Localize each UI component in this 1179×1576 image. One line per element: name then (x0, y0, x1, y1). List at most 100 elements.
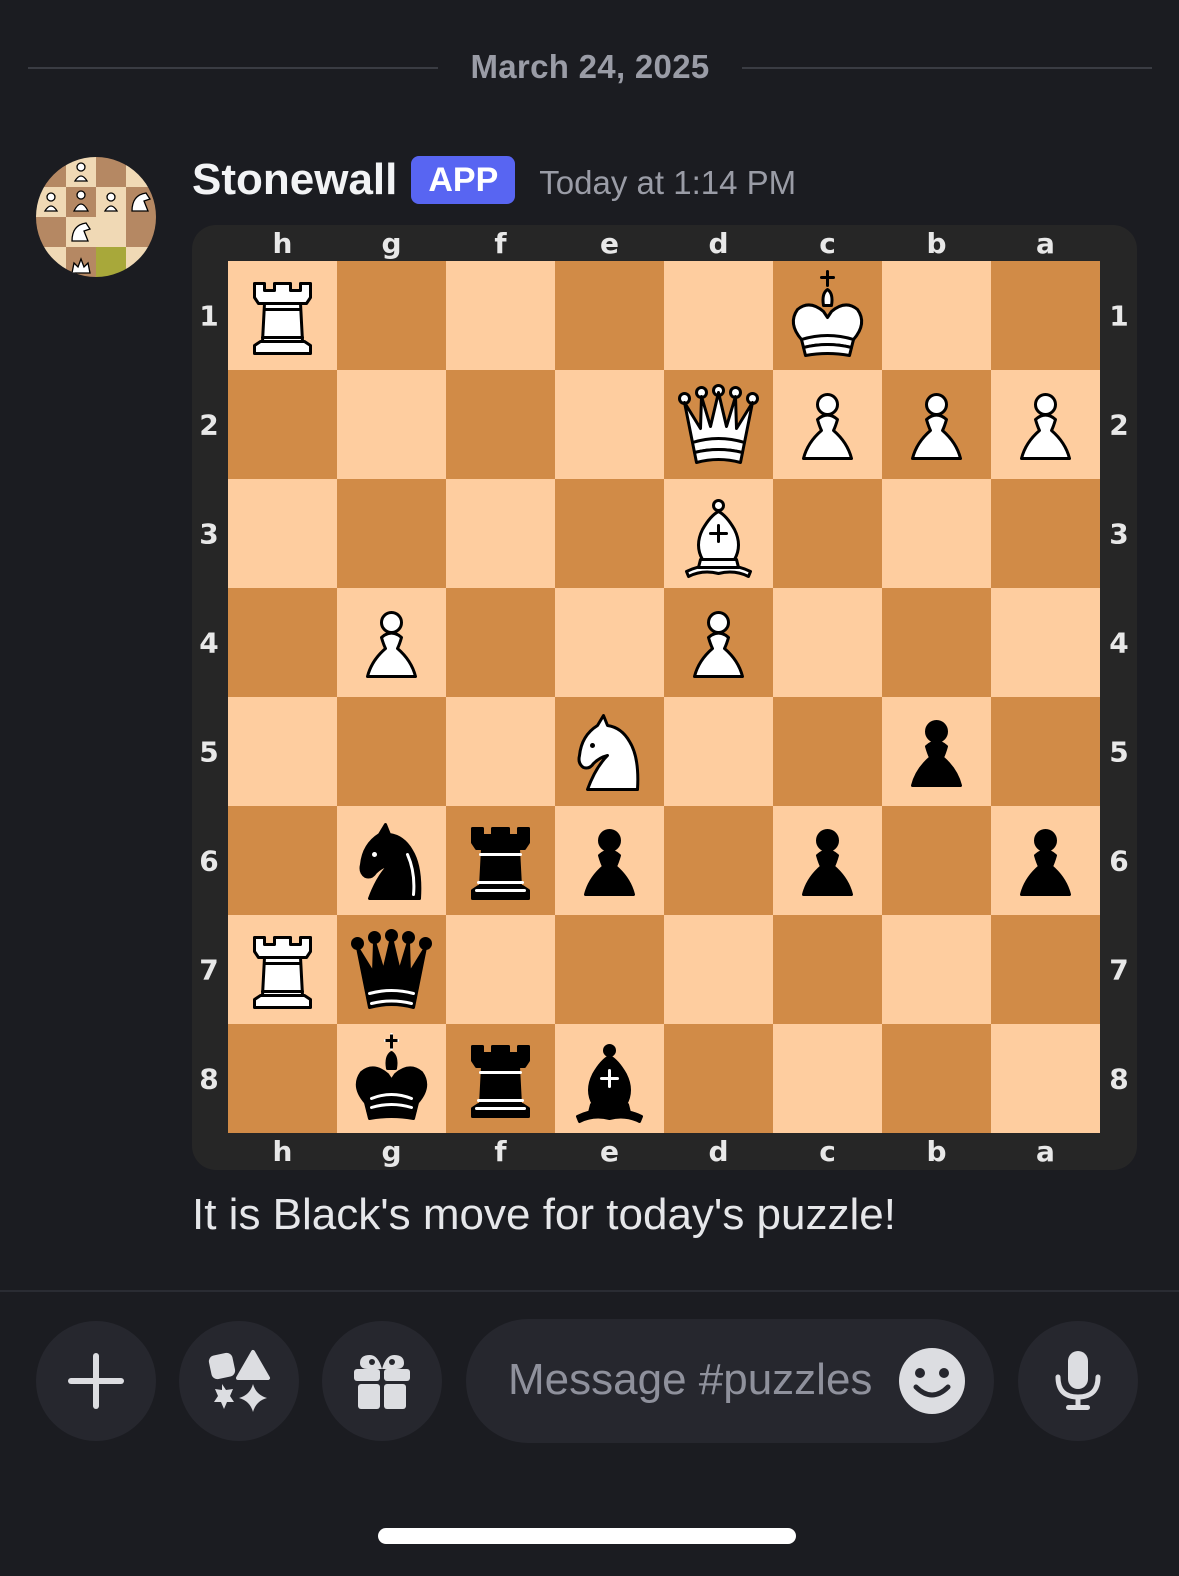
board-square-c8 (773, 1024, 882, 1133)
board-square-h8 (228, 1024, 337, 1133)
apps-icon (208, 1350, 270, 1412)
board-square-a7 (991, 915, 1100, 1024)
file-label-top: d (708, 227, 728, 260)
board-square-h3 (228, 479, 337, 588)
board-square-b8 (882, 1024, 991, 1133)
board-square-f2 (446, 370, 555, 479)
board-square-f5 (446, 697, 555, 806)
microphone-button[interactable] (1018, 1321, 1138, 1441)
rank-label-left: 7 (199, 954, 218, 987)
rank-label-right: 6 (1109, 845, 1128, 878)
home-indicator[interactable] (378, 1528, 796, 1544)
board-square-f7 (446, 915, 555, 1024)
board-square-f1 (446, 261, 555, 370)
message-timestamp: Today at 1:14 PM (539, 164, 797, 201)
board-square-g2 (337, 370, 446, 479)
file-label-top: f (494, 227, 507, 260)
file-label-bottom: g (381, 1135, 401, 1168)
board-square-b3 (882, 479, 991, 588)
gift-icon (354, 1355, 410, 1409)
white-rook-piece (253, 936, 312, 1009)
file-label-top: e (600, 227, 619, 260)
file-label-top: b (926, 227, 946, 260)
board-square-g5 (337, 697, 446, 806)
board-square-b4 (882, 588, 991, 697)
composer-separator (0, 1290, 1179, 1292)
board-square-c7 (773, 915, 882, 1024)
file-label-bottom: a (1036, 1135, 1055, 1168)
divider-line-right (742, 67, 1152, 69)
board-square-d1 (664, 261, 773, 370)
board-square-h4 (228, 588, 337, 697)
board-square-b6 (882, 806, 991, 915)
file-label-bottom: h (273, 1135, 293, 1168)
black-rook-piece (471, 1045, 530, 1118)
board-square-e4 (555, 588, 664, 697)
board-square-d6 (664, 806, 773, 915)
date-divider: March 24, 2025 (28, 40, 1152, 96)
rank-label-right: 7 (1109, 954, 1128, 987)
board-square-a5 (991, 697, 1100, 806)
rank-label-left: 5 (199, 736, 218, 769)
emoji-icon[interactable] (898, 1347, 966, 1415)
board-square-c3 (773, 479, 882, 588)
rank-label-left: 6 (199, 845, 218, 878)
apps-button[interactable] (179, 1321, 299, 1441)
gift-button[interactable] (322, 1321, 442, 1441)
file-label-bottom: c (819, 1135, 836, 1168)
rank-label-right: 2 (1109, 409, 1128, 442)
file-label-bottom: e (600, 1135, 619, 1168)
board-square-d5 (664, 697, 773, 806)
board-square-d7 (664, 915, 773, 1024)
file-label-bottom: b (926, 1135, 946, 1168)
white-rook-piece (253, 282, 312, 355)
board-square-e7 (555, 915, 664, 1024)
board-square-c4 (773, 588, 882, 697)
rank-label-left: 4 (199, 627, 218, 660)
board-square-h5 (228, 697, 337, 806)
board-square-a8 (991, 1024, 1100, 1133)
board-square-d8 (664, 1024, 773, 1133)
file-label-top: a (1036, 227, 1055, 260)
author-name[interactable]: Stonewall (192, 155, 397, 205)
board-square-b7 (882, 915, 991, 1024)
board-square-e1 (555, 261, 664, 370)
plus-button[interactable] (36, 1321, 156, 1441)
board-square-f4 (446, 588, 555, 697)
rank-label-right: 3 (1109, 518, 1128, 551)
message-header: Stonewall APP Today at 1:14 PM (192, 152, 796, 208)
black-rook-piece (471, 827, 530, 900)
rank-label-right: 1 (1109, 300, 1128, 333)
board-square-g1 (337, 261, 446, 370)
file-label-bottom: d (708, 1135, 728, 1168)
rank-label-right: 8 (1109, 1063, 1128, 1096)
board-square-a3 (991, 479, 1100, 588)
board-square-f3 (446, 479, 555, 588)
board-square-c5 (773, 697, 882, 806)
board-square-h6 (228, 806, 337, 915)
board-square-e3 (555, 479, 664, 588)
file-label-bottom: f (494, 1135, 507, 1168)
chess-board: h g f e d c b a h g f e d c b a 1 1 2 2 3 3 4 4 5 5 6 6 7 7 8 8 (199, 227, 1128, 1168)
board-square-b1 (882, 261, 991, 370)
board-square-h2 (228, 370, 337, 479)
board-square-a4 (991, 588, 1100, 697)
avatar[interactable] (36, 157, 156, 277)
board-square-g3 (337, 479, 446, 588)
app-badge: APP (411, 156, 516, 204)
rank-label-left: 3 (199, 518, 218, 551)
file-label-top: h (273, 227, 293, 260)
message-input[interactable]: Message #puzzles (466, 1319, 994, 1443)
microphone-icon (1055, 1351, 1101, 1410)
plus-icon (68, 1353, 124, 1409)
rank-label-left: 2 (199, 409, 218, 442)
file-label-top: g (381, 227, 401, 260)
message-input-placeholder: Message #puzzles (508, 1355, 873, 1404)
chess-board-image[interactable]: h g f e d c b a h g f e d c b a 1 1 2 2 3 3 4 4 5 5 6 6 7 7 8 8 (192, 225, 1137, 1170)
rank-label-left: 1 (199, 300, 218, 333)
rank-label-right: 4 (1109, 627, 1128, 660)
message-text: It is Black's move for today's puzzle! (192, 1190, 896, 1239)
board-square-e2 (555, 370, 664, 479)
board-square-a1 (991, 261, 1100, 370)
rank-label-left: 8 (199, 1063, 218, 1096)
